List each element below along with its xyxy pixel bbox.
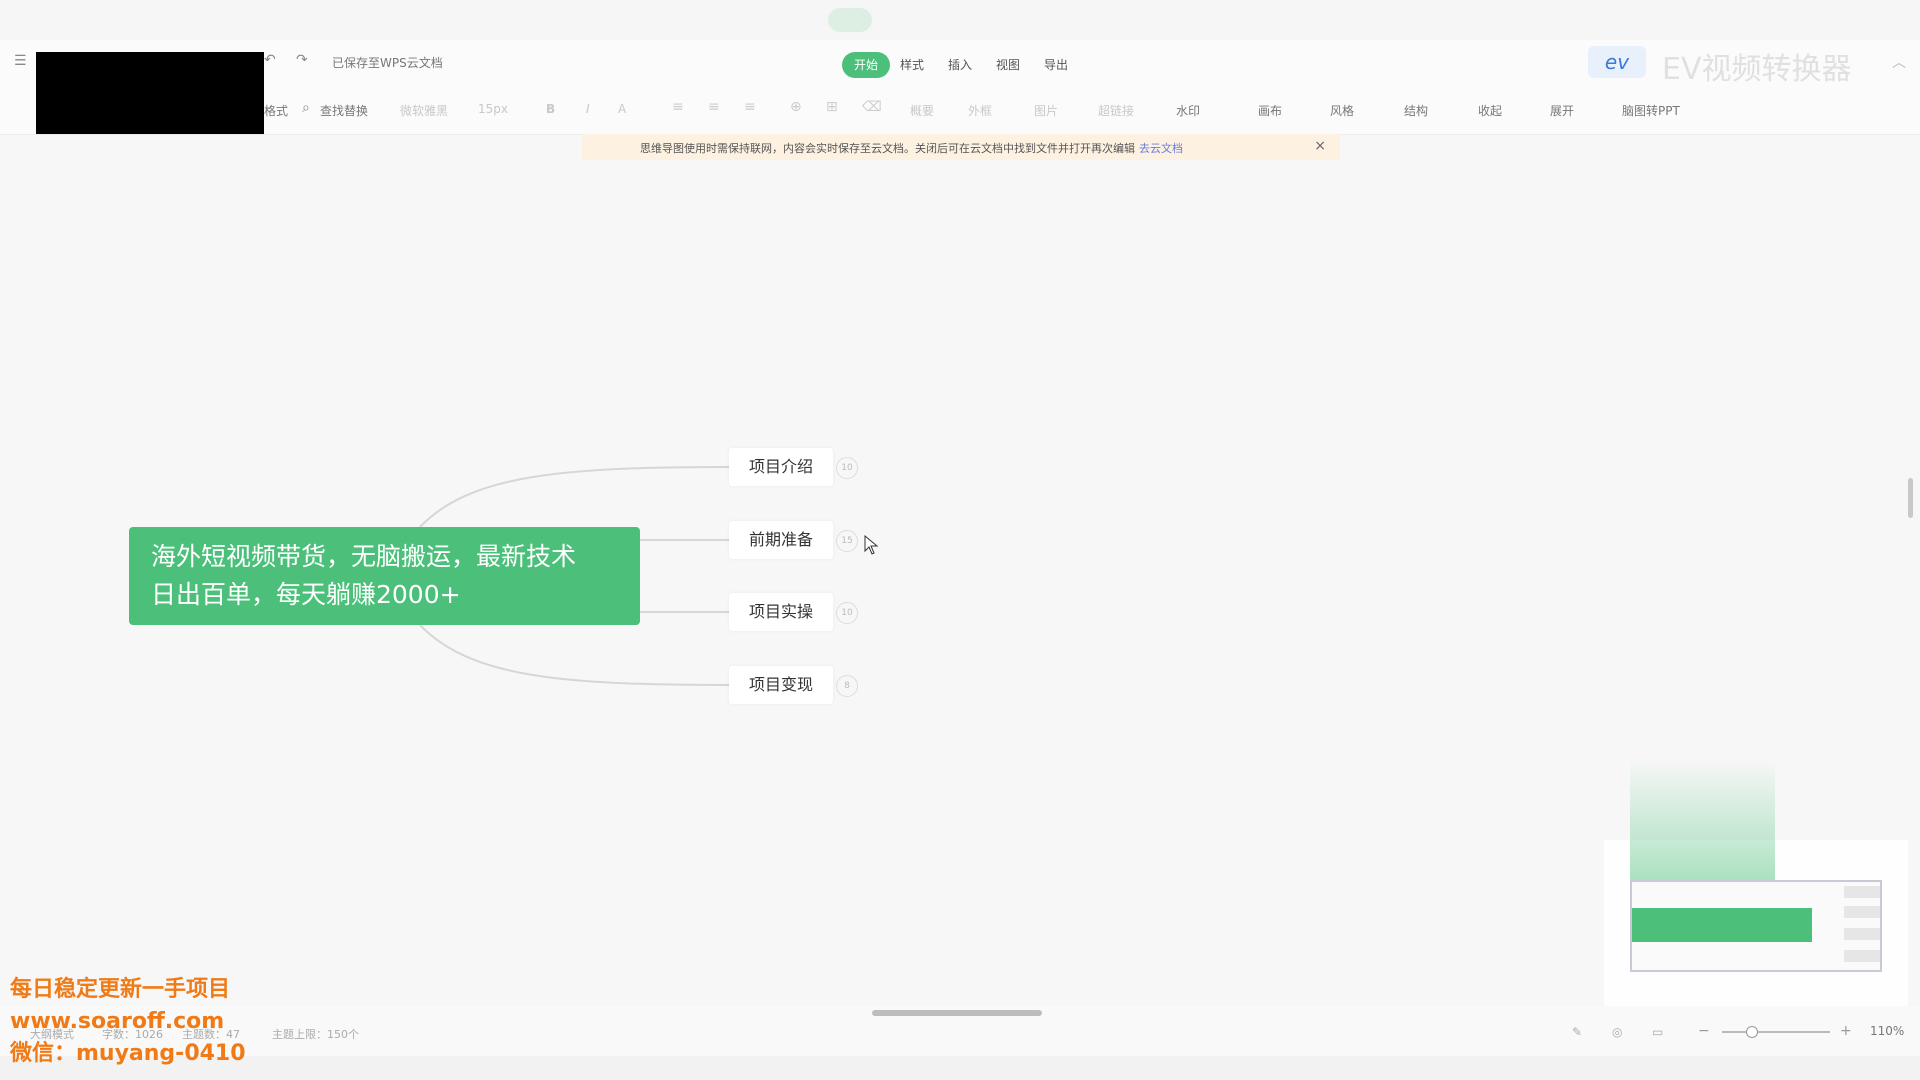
branch-node-monetize[interactable]: 项目变现	[729, 666, 833, 704]
branch-count-badge[interactable]: 8	[836, 675, 858, 697]
watermark-overlay: 每日稳定更新一手项目 www.soaroff.com 微信：muyang-041…	[10, 974, 246, 1070]
root-line-1: 海外短视频带货，无脑搬运，最新技术	[151, 542, 577, 571]
horizontal-scrollbar[interactable]	[872, 1010, 1042, 1016]
zoom-level: 110%	[1870, 1024, 1905, 1038]
root-line-2: 日出百单，每天躺赚2000+	[151, 580, 461, 609]
watermark-line-3: 微信：muyang-0410	[10, 1041, 246, 1066]
branch-count-badge[interactable]: 10	[836, 457, 858, 479]
pen-icon[interactable]: ✎	[1572, 1026, 1582, 1038]
zoom-out-button[interactable]: −	[1698, 1024, 1710, 1038]
bottom-strip	[0, 1056, 1920, 1080]
zoom-slider-handle[interactable]	[1746, 1026, 1758, 1038]
vertical-scrollbar[interactable]	[1908, 478, 1913, 518]
watermark-line-1: 每日稳定更新一手项目	[10, 977, 231, 1002]
locate-icon[interactable]: ◎	[1612, 1026, 1622, 1038]
watermark-line-2: www.soaroff.com	[10, 1009, 225, 1034]
minimap-branch	[1844, 906, 1880, 918]
branch-node-practice[interactable]: 项目实操	[729, 593, 833, 631]
branch-count-badge[interactable]: 15	[836, 530, 858, 552]
mouse-cursor-icon	[864, 535, 879, 555]
minimap-branch	[1844, 928, 1880, 940]
branch-count-badge[interactable]: 10	[836, 602, 858, 624]
branch-node-prep[interactable]: 前期准备	[729, 521, 833, 559]
mindmap-root-node[interactable]: 海外短视频带货，无脑搬运，最新技术 日出百单，每天躺赚2000+	[129, 527, 640, 625]
branch-node-intro[interactable]: 项目介绍	[729, 448, 833, 486]
minimap-root-node	[1632, 908, 1812, 942]
topic-limit: 主题上限：150个	[272, 1028, 359, 1041]
minimap-branch	[1844, 886, 1880, 898]
zoom-in-button[interactable]: +	[1840, 1024, 1852, 1038]
zoom-slider[interactable]	[1722, 1031, 1830, 1033]
fit-screen-icon[interactable]: ▭	[1652, 1026, 1663, 1038]
minimap-branch	[1844, 950, 1880, 962]
minimap-glow	[1630, 760, 1775, 900]
